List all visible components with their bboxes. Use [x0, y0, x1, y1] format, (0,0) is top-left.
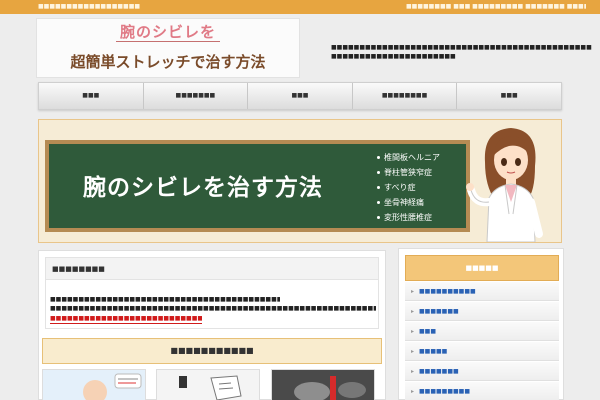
- intro-line: ■■■■■■■■■■■■■■■■■■■■■■■■■■■■■■■■■■■■■■■■…: [50, 305, 376, 312]
- bullet-icon: [377, 201, 380, 204]
- intro-title: ■■■■■■■■: [46, 258, 378, 280]
- spine-illustration: [83, 373, 142, 400]
- sidebar-item-label: ■■■■■■■■■: [419, 388, 471, 395]
- site-description: ■■■■■■■■■■■■■■■■■■■■■■■■■■■■■■■■■■■■■■■■…: [331, 44, 592, 60]
- arrow-right-icon: ▸: [411, 388, 415, 395]
- global-nav: ■■■ ■■■■■■■ ■■■ ■■■■■■■■ ■■■: [38, 82, 562, 110]
- intro-link[interactable]: ■■■■■■■■■■■■■■■■■■■■■■■■■■■■■■■■■■■■■■■■…: [50, 315, 202, 324]
- nav-item-3[interactable]: ■■■: [248, 83, 353, 109]
- arrow-right-icon: ▸: [411, 348, 415, 355]
- sidebar-item-label: ■■■■■■■: [419, 308, 459, 315]
- logo-line-2: 超簡単ストレッチで治す方法: [70, 53, 266, 71]
- nav-item-4[interactable]: ■■■■■■■■: [353, 83, 458, 109]
- intro-line: ■■■■■■■■■■■■■■■■■■■■■■■■■■■■■■■■■■■■■■■■…: [50, 296, 280, 303]
- top-bar-right-text: ■■■■■■■■ ■■■ ■■■■■■■■■ ■■■■■■■ ■■■■■■■■■…: [406, 3, 586, 10]
- sidebar-heading: ■■■■■: [405, 255, 559, 281]
- condition-label: 坐骨神経痛: [384, 198, 424, 207]
- sidebar-item[interactable]: ▸ ■■■■■■■■■■: [405, 282, 559, 301]
- main-content: ■■■■■■■■ ■■■■■■■■■■■■■■■■■■■■■■■■■■■■■■■…: [38, 250, 386, 400]
- arrow-right-icon: ▸: [411, 328, 415, 335]
- condition-item: 変形性腰椎症: [377, 210, 440, 225]
- condition-label: 椎間板ヘルニア: [384, 153, 440, 162]
- nav-item-1[interactable]: ■■■: [39, 83, 144, 109]
- hero-title: 腕のシビレを治す方法: [83, 175, 323, 201]
- sidebar-item[interactable]: ▸ ■■■■■■■■■: [405, 382, 559, 400]
- condition-item: 椎間板ヘルニア: [377, 150, 440, 165]
- condition-list: 椎間板ヘルニア 脊柱管狭窄症 すべり症 坐骨神経痛 変形性腰椎症: [377, 150, 440, 225]
- sidebar-item-label: ■■■■■■■: [419, 368, 459, 375]
- article-thumbnail[interactable]: [42, 369, 146, 400]
- sidebar: ■■■■■ ▸ ■■■■■■■■■■ ▸ ■■■■■■■ ▸ ■■■ ▸ ■■■■■ ▸…: [398, 248, 564, 400]
- nav-item-2[interactable]: ■■■■■■■: [144, 83, 249, 109]
- condition-item: すべり症: [377, 180, 440, 195]
- top-bar-left-text: ■■■■■■■■■■■■■■■■■■: [38, 3, 141, 10]
- sidebar-item-label: ■■■■■■■■■■: [419, 288, 476, 295]
- bullet-icon: [377, 156, 380, 159]
- condition-label: すべり症: [384, 183, 416, 192]
- arrow-right-icon: ▸: [411, 288, 415, 295]
- article-thumbnail[interactable]: [156, 369, 260, 400]
- nav-item-5[interactable]: ■■■: [457, 83, 561, 109]
- article-thumbnail[interactable]: [271, 369, 375, 400]
- bullet-icon: [377, 171, 380, 174]
- sidebar-item[interactable]: ▸ ■■■■■: [405, 342, 559, 361]
- bullet-icon: [377, 216, 380, 219]
- bullet-icon: [377, 186, 380, 189]
- condition-label: 変形性腰椎症: [384, 213, 432, 222]
- site-logo[interactable]: 腕のシビレを 超簡単ストレッチで治す方法: [36, 18, 300, 78]
- sidebar-item[interactable]: ▸ ■■■■■■■: [405, 302, 559, 321]
- sidebar-item-label: ■■■■■: [419, 348, 448, 355]
- top-bar: ■■■■■■■■■■■■■■■■■■ ■■■■■■■■ ■■■ ■■■■■■■■…: [0, 0, 600, 14]
- logo-line-1: 腕のシビレを: [37, 21, 299, 42]
- condition-item: 脊柱管狭窄症: [377, 165, 440, 180]
- sidebar-item[interactable]: ▸ ■■■■■■■: [405, 362, 559, 381]
- sidebar-item-label: ■■■: [419, 328, 437, 335]
- section-heading: ■■■■■■■■■■■: [42, 338, 382, 364]
- intro-box: ■■■■■■■■ ■■■■■■■■■■■■■■■■■■■■■■■■■■■■■■■…: [45, 257, 379, 329]
- xray-illustration: [272, 370, 374, 400]
- chalkboard: 腕のシビレを治す方法 椎間板ヘルニア 脊柱管狭窄症 すべり症 坐骨神経痛 変形性…: [45, 140, 470, 232]
- manual-illustration: [179, 375, 242, 400]
- hero-banner: 腕のシビレを治す方法 椎間板ヘルニア 脊柱管狭窄症 すべり症 坐骨神経痛 変形性…: [38, 119, 562, 243]
- doctor-illustration: [466, 128, 543, 242]
- arrow-right-icon: ▸: [411, 368, 415, 375]
- sidebar-item[interactable]: ▸ ■■■: [405, 322, 559, 341]
- arrow-right-icon: ▸: [411, 308, 415, 315]
- condition-item: 坐骨神経痛: [377, 195, 440, 210]
- logo-line-1-text: 腕のシビレを: [115, 23, 220, 42]
- condition-label: 脊柱管狭窄症: [384, 168, 432, 177]
